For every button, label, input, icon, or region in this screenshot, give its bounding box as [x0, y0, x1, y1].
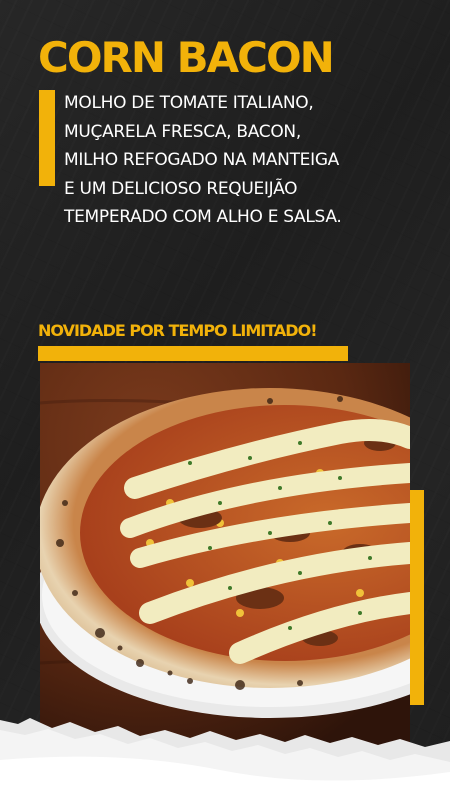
ingredient-description: MOLHO DE TOMATE ITALIANO, MUÇARELA FRESC…	[64, 89, 342, 232]
description-line: MILHO REFOGADO NA MANTEIGA	[64, 150, 340, 170]
description-line: MUÇARELA FRESCA, BACON,	[64, 121, 301, 142]
description-line: MOLHO DE TOMATE ITALIANO,	[64, 93, 314, 113]
description-line: TEMPERADO COM ALHO E SALSA.	[64, 207, 342, 227]
pizza-illustration	[40, 363, 410, 753]
promo-underline-bar	[38, 346, 348, 361]
description-line: E UM DELICIOSO REQUEIJÃO	[64, 178, 298, 199]
title-accent-bar	[39, 90, 55, 186]
pizza-photo	[40, 363, 410, 753]
side-accent-bar	[410, 490, 424, 705]
limited-time-label: NOVIDADE POR TEMPO LIMITADO!	[38, 321, 317, 340]
pizza-title: CORN BACON	[38, 33, 335, 82]
